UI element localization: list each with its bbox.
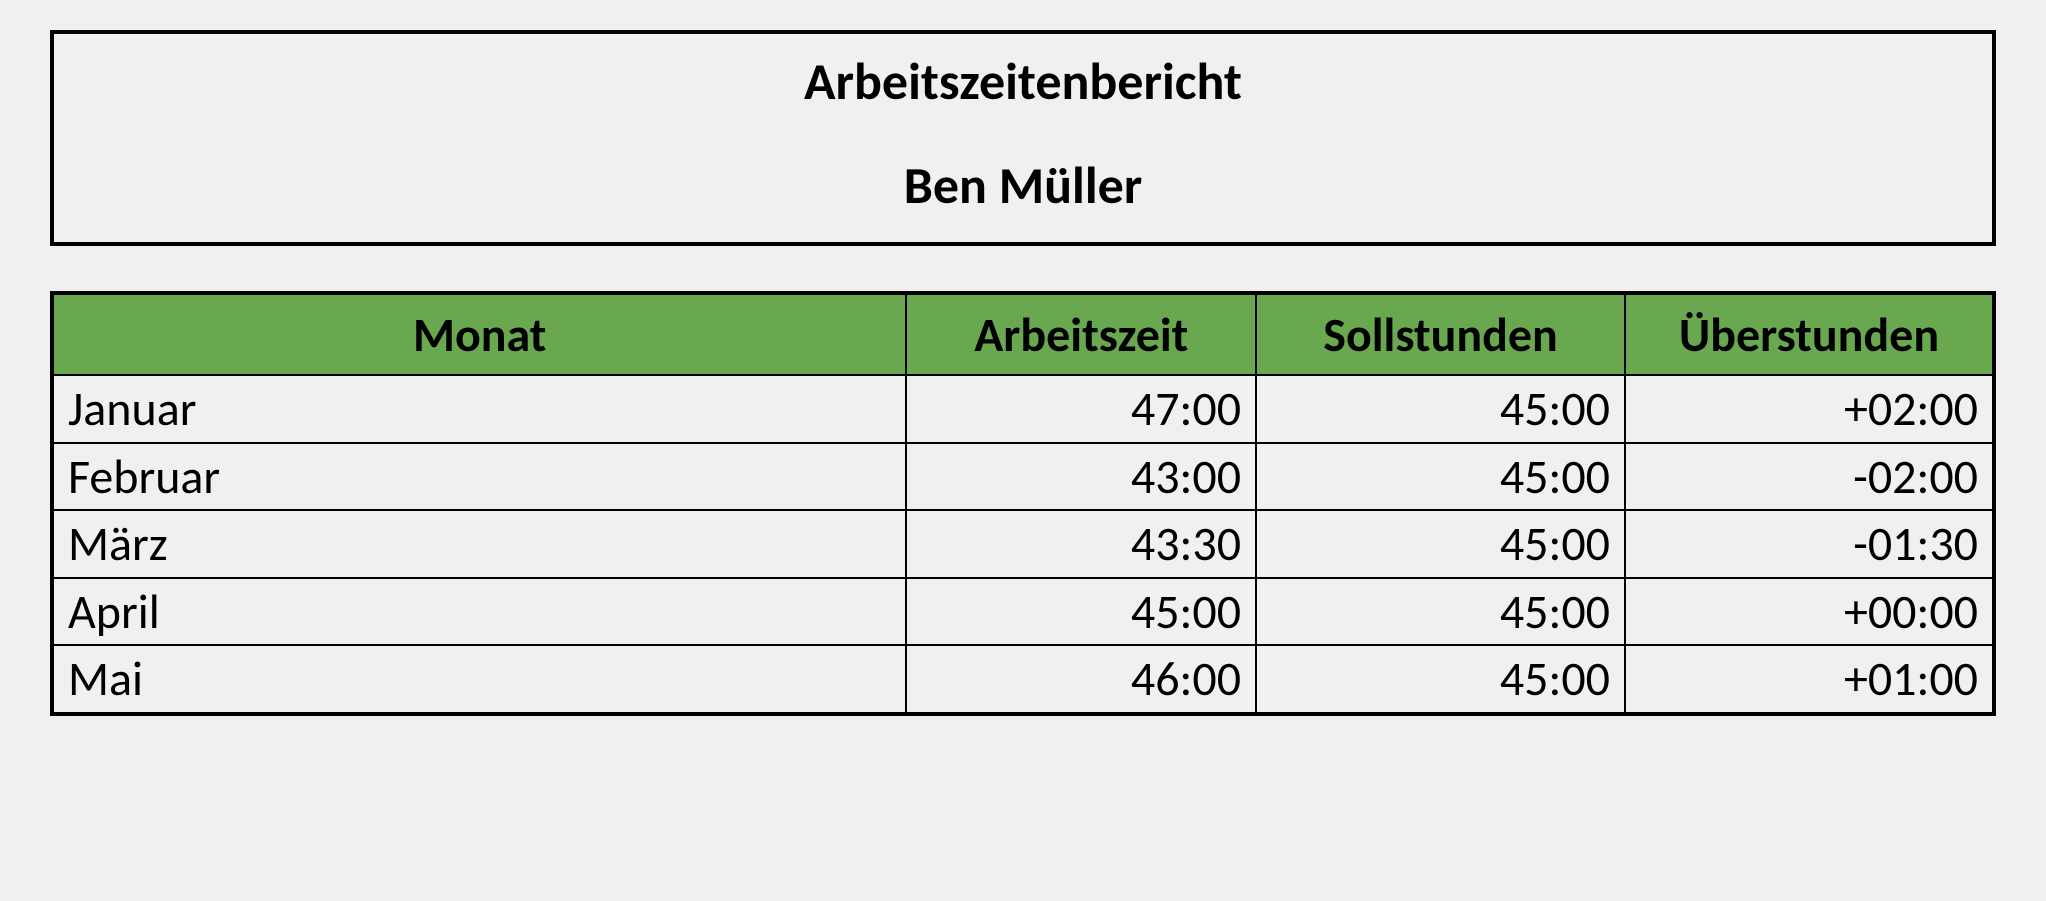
cell-target: 45:00 — [1256, 578, 1625, 646]
cell-work: 43:00 — [906, 443, 1256, 511]
col-header-work: Arbeitszeit — [906, 293, 1256, 375]
worktime-table: Monat Arbeitszeit Sollstunden Überstunde… — [50, 291, 1996, 716]
cell-target: 45:00 — [1256, 645, 1625, 714]
title-box: Arbeitszeitenbericht Ben Müller — [50, 30, 1996, 246]
report-title: Arbeitszeitenbericht — [74, 49, 1972, 113]
cell-work: 45:00 — [906, 578, 1256, 646]
cell-overtime: -01:30 — [1625, 510, 1994, 578]
table-row: Januar47:0045:00+02:00 — [52, 375, 1994, 443]
cell-month: Februar — [52, 443, 906, 511]
table-row: April45:0045:00+00:00 — [52, 578, 1994, 646]
cell-work: 46:00 — [906, 645, 1256, 714]
col-header-month: Monat — [52, 293, 906, 375]
table-row: Mai46:0045:00+01:00 — [52, 645, 1994, 714]
person-name: Ben Müller — [74, 153, 1972, 217]
cell-overtime: -02:00 — [1625, 443, 1994, 511]
cell-month: Mai — [52, 645, 906, 714]
cell-month: April — [52, 578, 906, 646]
table-row: März43:3045:00-01:30 — [52, 510, 1994, 578]
cell-month: März — [52, 510, 906, 578]
cell-target: 45:00 — [1256, 375, 1625, 443]
cell-month: Januar — [52, 375, 906, 443]
cell-work: 43:30 — [906, 510, 1256, 578]
table-row: Februar43:0045:00-02:00 — [52, 443, 1994, 511]
cell-overtime: +00:00 — [1625, 578, 1994, 646]
cell-overtime: +02:00 — [1625, 375, 1994, 443]
cell-target: 45:00 — [1256, 510, 1625, 578]
cell-work: 47:00 — [906, 375, 1256, 443]
cell-target: 45:00 — [1256, 443, 1625, 511]
col-header-overtime: Überstunden — [1625, 293, 1994, 375]
table-header-row: Monat Arbeitszeit Sollstunden Überstunde… — [52, 293, 1994, 375]
col-header-target: Sollstunden — [1256, 293, 1625, 375]
cell-overtime: +01:00 — [1625, 645, 1994, 714]
